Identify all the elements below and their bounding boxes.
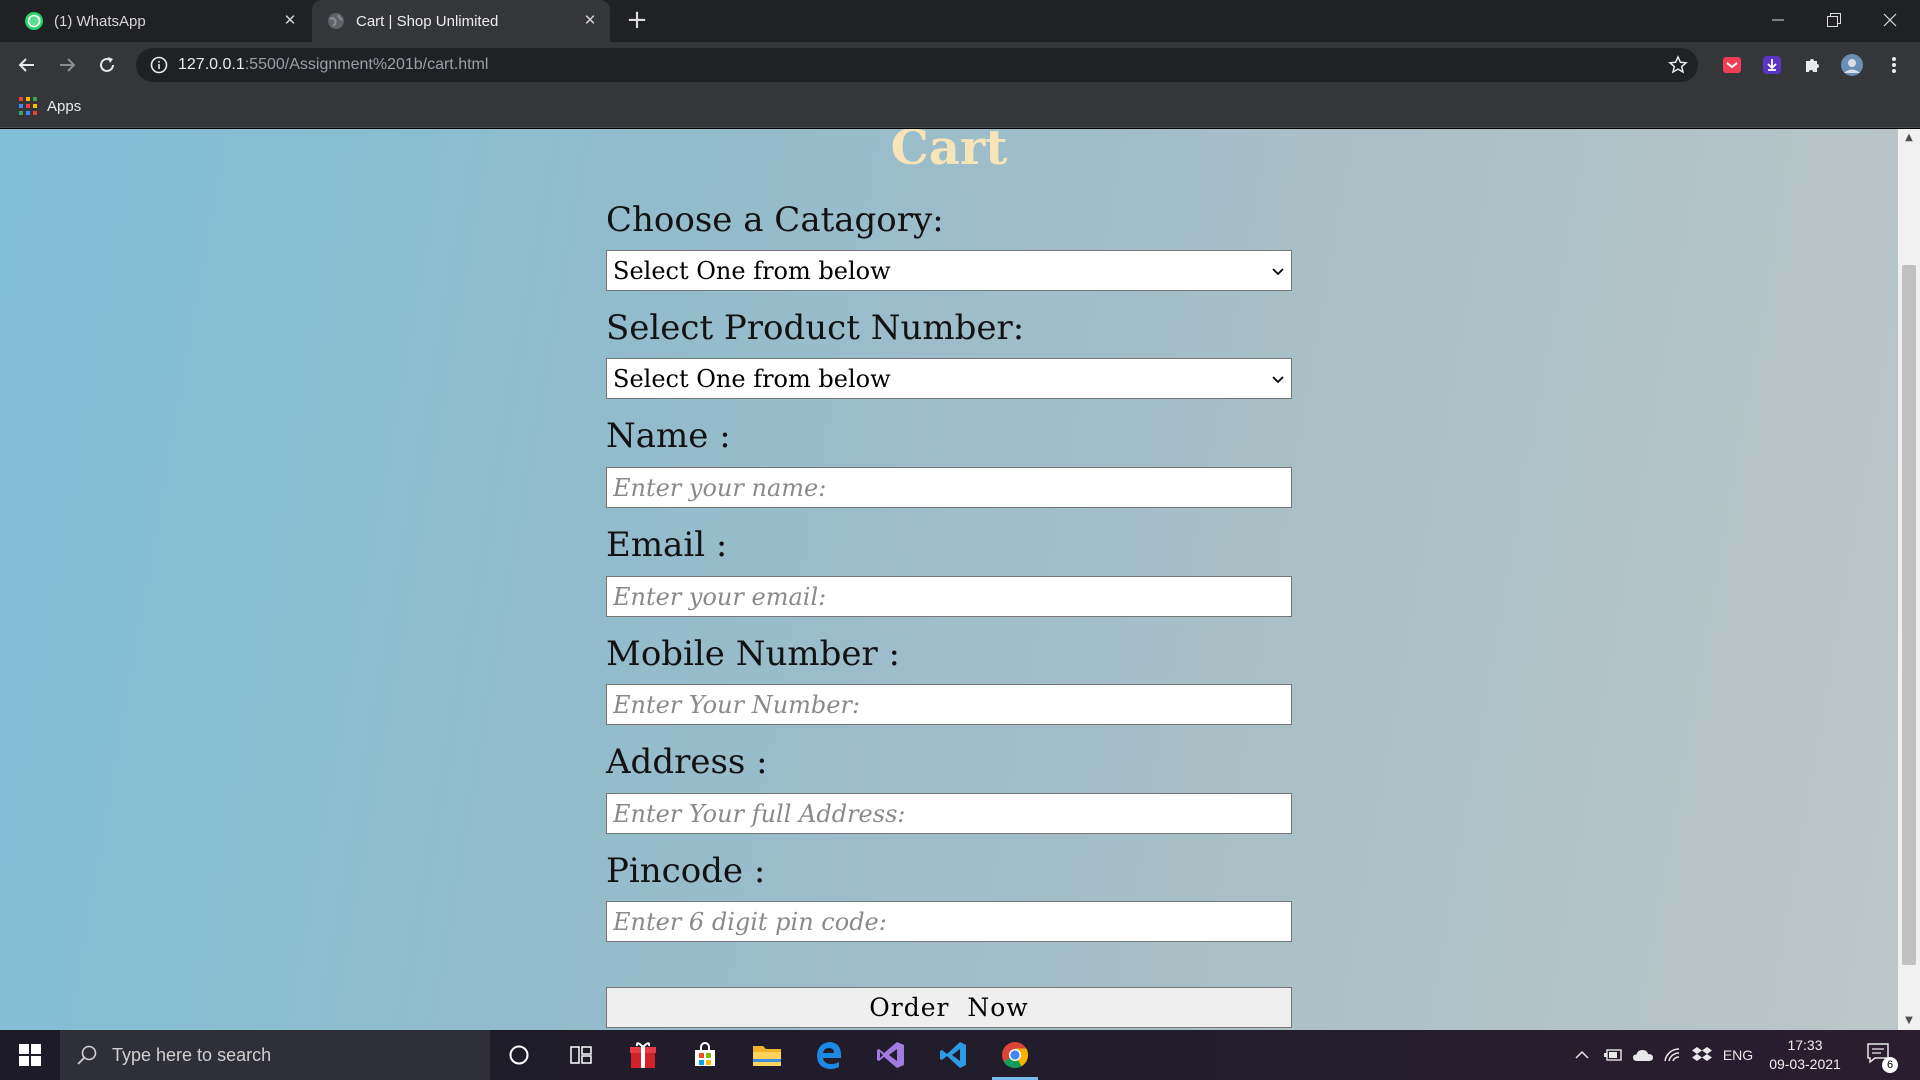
scroll-down-arrow-icon[interactable]: ▼: [1898, 1012, 1920, 1030]
minimize-button[interactable]: [1750, 0, 1806, 40]
tab-title: (1) WhatsApp: [54, 12, 146, 30]
taskbar-search[interactable]: Type here to search: [60, 1030, 490, 1080]
mobile-number-label: Mobile Number :: [606, 634, 901, 674]
start-button[interactable]: [0, 1030, 60, 1080]
pincode-label: Pincode :: [606, 851, 766, 891]
file-explorer-icon[interactable]: [736, 1030, 798, 1080]
taskbar-clock[interactable]: 17:33 09-03-2021: [1758, 1036, 1852, 1074]
search-placeholder: Type here to search: [112, 1044, 272, 1065]
bookmark-star-icon[interactable]: [1668, 55, 1688, 75]
page-title: Cart: [890, 129, 1008, 176]
clock-date: 09-03-2021: [1769, 1056, 1841, 1072]
wifi-icon[interactable]: [1660, 1030, 1686, 1080]
category-select[interactable]: Select One from below: [606, 250, 1292, 291]
task-view-icon[interactable]: [550, 1030, 612, 1080]
action-center-button[interactable]: 6: [1866, 1042, 1898, 1073]
category-select-value: Select One from below: [613, 256, 891, 285]
reload-icon: [100, 57, 114, 72]
edge-browser-icon[interactable]: [798, 1030, 860, 1080]
page-scrollbar[interactable]: ▲ ▼: [1898, 129, 1920, 1030]
address-label: Address :: [606, 742, 768, 782]
back-button[interactable]: [12, 50, 42, 80]
restore-button[interactable]: [1806, 0, 1862, 40]
notification-badge: 6: [1882, 1057, 1898, 1073]
gift-app-icon[interactable]: [612, 1030, 674, 1080]
mobile-number-input[interactable]: [606, 684, 1292, 725]
close-tab-icon[interactable]: ✕: [580, 11, 600, 31]
scrollbar-thumb[interactable]: [1902, 265, 1916, 965]
email-label: Email :: [606, 525, 728, 565]
microsoft-store-icon[interactable]: [674, 1030, 736, 1080]
forward-button[interactable]: [52, 50, 82, 80]
address-input[interactable]: [606, 793, 1292, 834]
cortana-icon[interactable]: [488, 1030, 550, 1080]
address-bar[interactable]: 127.0.0.1:5500/Assignment%201b/cart.html: [136, 48, 1698, 82]
order-now-button[interactable]: Order Now: [606, 987, 1292, 1028]
apps-shortcut[interactable]: Apps: [19, 97, 81, 115]
chevron-down-icon: [1272, 267, 1284, 275]
vscode-icon[interactable]: [922, 1030, 984, 1080]
apps-label: Apps: [47, 97, 82, 115]
whatsapp-icon: [24, 11, 44, 31]
chevron-down-icon: [1272, 375, 1284, 383]
clock-time: 17:33: [1787, 1037, 1823, 1053]
bookmarks-bar: Apps: [0, 88, 1920, 128]
show-hidden-icons-chevron-icon[interactable]: [1570, 1030, 1594, 1080]
name-label: Name :: [606, 416, 731, 456]
chrome-menu-icon[interactable]: [1882, 53, 1906, 77]
download-extension-icon[interactable]: [1760, 53, 1784, 77]
product-number-select[interactable]: Select One from below: [606, 358, 1292, 399]
pincode-input[interactable]: [606, 901, 1292, 942]
close-window-button[interactable]: [1862, 0, 1918, 40]
email-input[interactable]: [606, 576, 1292, 617]
tab-strip: (1) WhatsApp ✕ Cart | Shop Unlimited ✕ +: [0, 0, 1920, 42]
tab-title: Cart | Shop Unlimited: [356, 12, 499, 30]
tab-cart[interactable]: Cart | Shop Unlimited ✕: [312, 0, 610, 42]
windows-taskbar: Type here to search ENG 17:33 09-03-2021…: [0, 1030, 1920, 1080]
chrome-icon[interactable]: [984, 1030, 1046, 1080]
onedrive-icon[interactable]: [1630, 1030, 1656, 1080]
extensions-puzzle-icon[interactable]: [1800, 53, 1824, 77]
reload-button[interactable]: [92, 50, 122, 80]
apps-grid-icon: [19, 97, 37, 115]
url-path: :5500/Assignment%201b/cart.html: [244, 56, 489, 73]
back-arrow-icon: [18, 58, 34, 72]
url-text: 127.0.0.1:5500/Assignment%201b/cart.html: [178, 48, 488, 82]
battery-icon[interactable]: [1600, 1030, 1626, 1080]
globe-icon: [326, 11, 346, 31]
profile-avatar-icon[interactable]: [1840, 53, 1864, 77]
browser-toolbar: 127.0.0.1:5500/Assignment%201b/cart.html: [0, 42, 1920, 88]
info-icon[interactable]: [150, 56, 168, 74]
product-number-label: Select Product Number:: [606, 308, 1025, 348]
dropbox-icon[interactable]: [1690, 1030, 1714, 1080]
search-icon: [77, 1045, 97, 1065]
pocket-icon[interactable]: [1720, 53, 1744, 77]
new-tab-button[interactable]: +: [622, 6, 652, 36]
close-tab-icon[interactable]: ✕: [280, 11, 300, 31]
product-select-value: Select One from below: [613, 364, 891, 393]
windows-logo-icon: [19, 1044, 41, 1066]
name-input[interactable]: [606, 467, 1292, 508]
visual-studio-icon[interactable]: [860, 1030, 922, 1080]
page-viewport: Cart Choose a Catagory: Select One from …: [0, 129, 1898, 1030]
scroll-up-arrow-icon[interactable]: ▲: [1898, 129, 1920, 147]
category-label: Choose a Catagory:: [606, 200, 944, 240]
language-indicator[interactable]: ENG: [1720, 1030, 1756, 1080]
forward-arrow-icon: [60, 58, 76, 72]
tab-whatsapp[interactable]: (1) WhatsApp ✕: [0, 0, 310, 42]
url-host: 127.0.0.1: [178, 56, 245, 73]
